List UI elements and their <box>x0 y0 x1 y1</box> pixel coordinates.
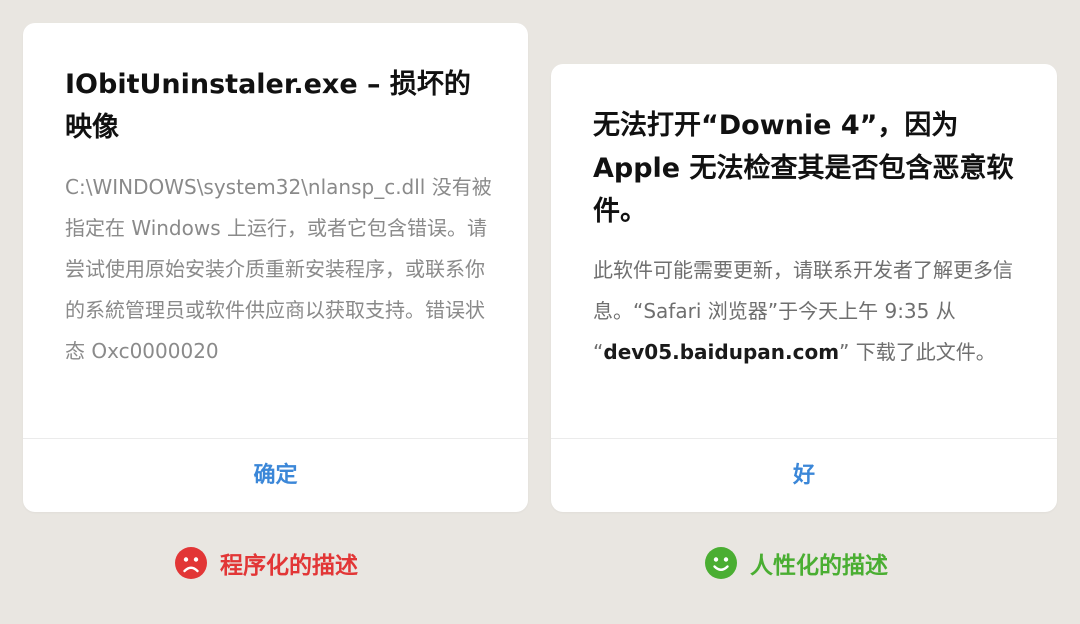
dialog-title: 无法打开“Downie 4”，因为 Apple 无法检查其是否包含恶意软件。 <box>593 110 1014 227</box>
ok-button[interactable]: 确定 <box>23 439 528 512</box>
caption-programmatic: 程序化的描述 <box>174 544 358 582</box>
caption-label: 人性化的描述 <box>750 553 888 579</box>
dialog-message: C:\WINDOWS\system32\nlansp_c.dll 没有被指定在 … <box>65 175 492 363</box>
sad-face-icon <box>174 546 208 580</box>
windows-error-dialog: IObitUninstaler.exe – 损坏的映像 C:\WINDOWS\s… <box>23 23 528 512</box>
happy-face-icon <box>704 546 738 580</box>
caption-label: 程序化的描述 <box>220 553 358 579</box>
dialog-title: IObitUninstaler.exe – 损坏的映像 <box>65 69 471 143</box>
macos-gatekeeper-dialog: 无法打开“Downie 4”，因为 Apple 无法检查其是否包含恶意软件。 此… <box>551 64 1057 512</box>
dialog-message-text-end: ” 下载了此文件。 <box>839 340 996 364</box>
caption-humanized: 人性化的描述 <box>704 544 888 582</box>
download-domain: dev05.baidupan.com <box>603 340 840 364</box>
dialog-message: 此软件可能需要更新，请联系开发者了解更多信息。“Safari 浏览器”于今天上午… <box>593 250 1021 373</box>
ok-button[interactable]: 好 <box>551 439 1057 512</box>
